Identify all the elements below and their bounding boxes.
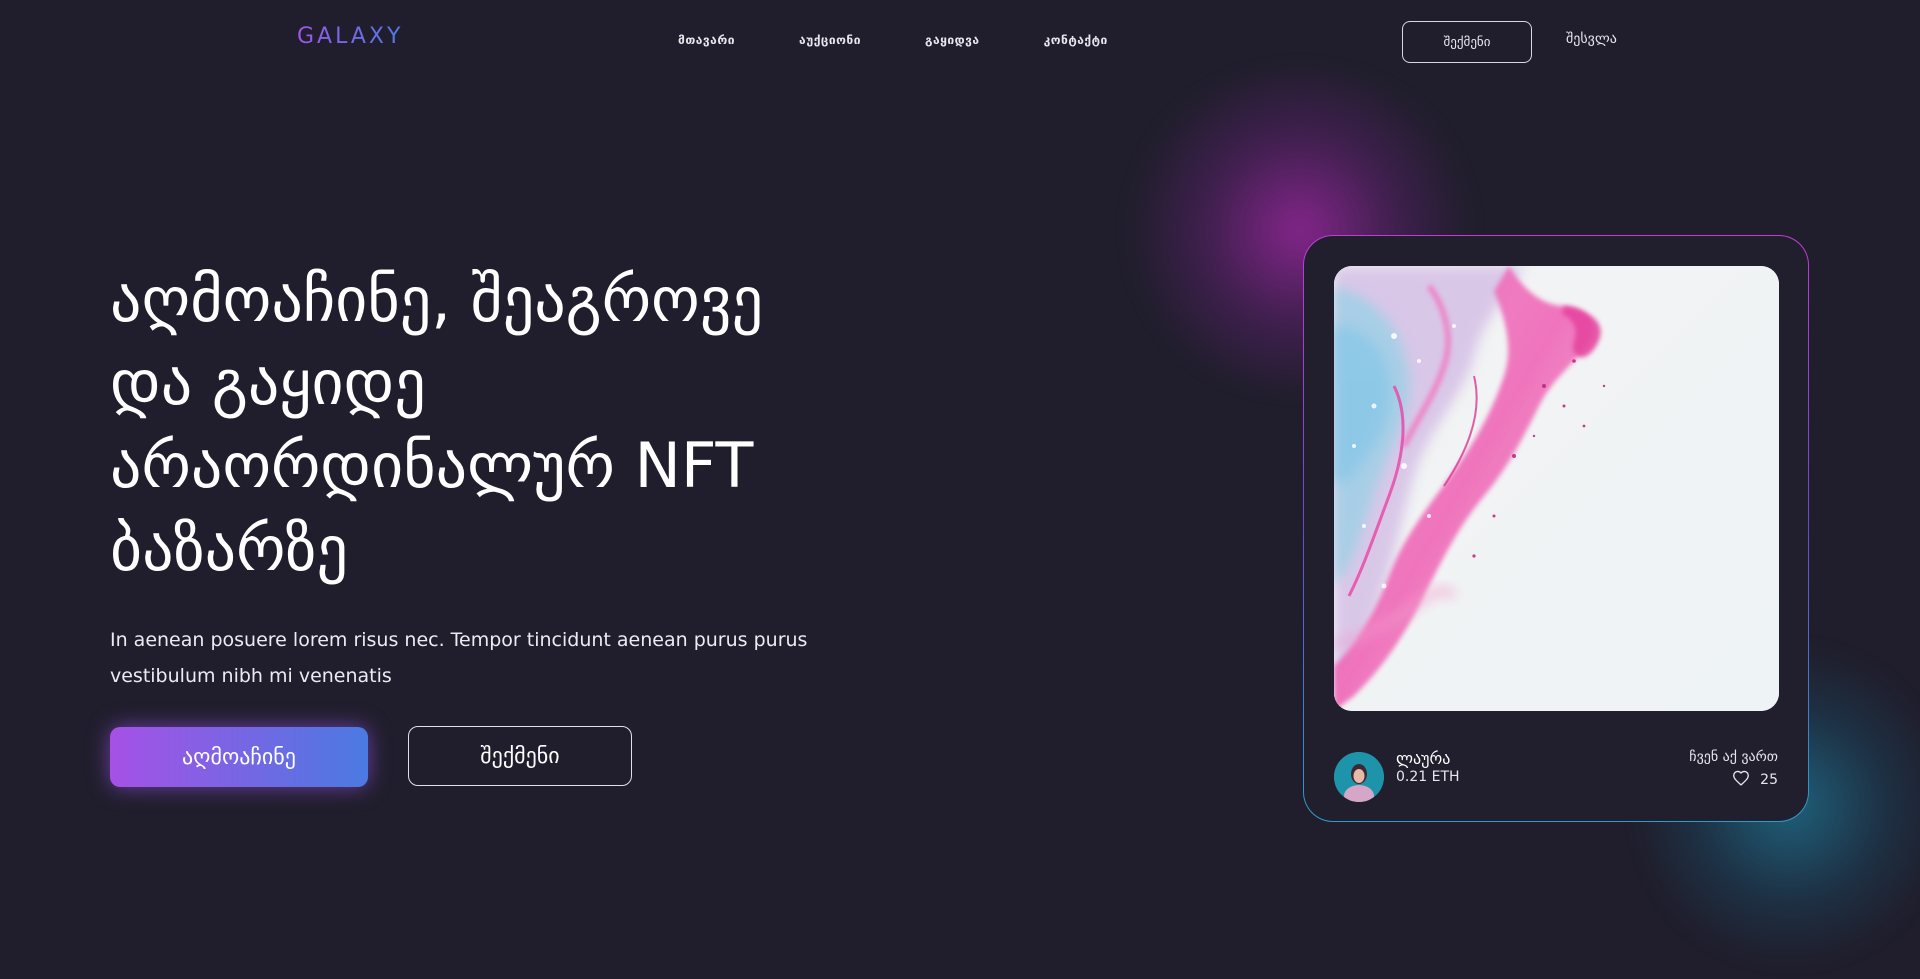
likes-group: 25 xyxy=(1732,770,1778,790)
nav-item-auction[interactable]: აუქციონი xyxy=(799,33,861,47)
nft-artwork-image[interactable] xyxy=(1334,266,1779,711)
nav-item-contact[interactable]: კონტაქტი xyxy=(1044,33,1108,47)
nav-item-home[interactable]: მთავარი xyxy=(678,33,735,47)
hero-title: აღმოაჩინე, შეაგროვე და გაყიდე არაორდინალ… xyxy=(110,263,764,585)
bid-label: ჩვენ აქ ვართ xyxy=(1689,749,1778,765)
creator-name[interactable]: ლაურა xyxy=(1396,749,1450,768)
login-link[interactable]: შესვლა xyxy=(1566,31,1617,47)
creator-avatar[interactable] xyxy=(1334,752,1384,802)
hero-description: In aenean posuere lorem risus nec. Tempo… xyxy=(110,629,808,687)
nft-price: 0.21 ETH xyxy=(1396,769,1460,785)
create-button[interactable]: შექმენი xyxy=(408,726,632,786)
nft-card-body: ლაურა 0.21 ETH ჩვენ აქ ვართ 25 xyxy=(1304,236,1808,821)
landing-page: GALAXY მთავარი აუქციონი გაყიდვა კონტაქტი… xyxy=(0,0,1920,979)
likes-count: 25 xyxy=(1760,772,1778,788)
main-nav: მთავარი აუქციონი გაყიდვა კონტაქტი xyxy=(678,33,1108,47)
avatar-photo xyxy=(1334,752,1384,802)
fluid-art-illustration xyxy=(1334,266,1779,711)
explore-button[interactable]: აღმოაჩინე xyxy=(110,727,368,787)
register-button[interactable]: შექმენი xyxy=(1402,21,1532,63)
brand-logo[interactable]: GALAXY xyxy=(297,24,403,49)
nft-card[interactable]: ლაურა 0.21 ETH ჩვენ აქ ვართ 25 xyxy=(1303,235,1809,822)
heart-icon[interactable] xyxy=(1732,770,1750,790)
nav-item-sell[interactable]: გაყიდვა xyxy=(925,33,980,47)
